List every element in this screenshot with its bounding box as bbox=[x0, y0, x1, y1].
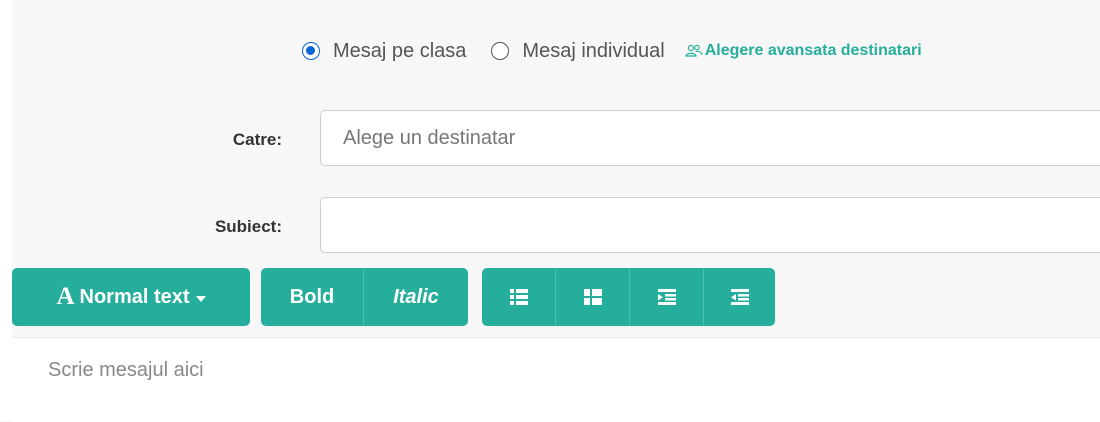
outdent-icon bbox=[657, 289, 676, 305]
italic-button[interactable]: Italic bbox=[364, 268, 468, 326]
ordered-list-button[interactable] bbox=[556, 268, 629, 326]
radio-individual-message[interactable] bbox=[491, 42, 510, 60]
indent-icon bbox=[730, 289, 749, 305]
unordered-list-button[interactable] bbox=[482, 268, 555, 326]
indent-button[interactable] bbox=[704, 268, 775, 326]
bold-label: Bold bbox=[289, 285, 335, 308]
font-icon: A bbox=[56, 283, 75, 310]
users-icon bbox=[685, 44, 703, 58]
radio-individual-message-label[interactable]: Mesaj individual bbox=[522, 40, 664, 63]
message-editor[interactable]: Scrie mesajul aici bbox=[12, 337, 1100, 422]
message-placeholder: Scrie mesajul aici bbox=[48, 359, 204, 381]
text-style-dropdown[interactable]: A Normal text bbox=[12, 268, 250, 326]
to-input[interactable] bbox=[320, 110, 1100, 166]
subject-label: Subiect: bbox=[214, 217, 282, 236]
advanced-recipients-link[interactable]: Alegere avansata destinatari bbox=[685, 42, 922, 60]
to-label: Catre: bbox=[232, 130, 282, 149]
outdent-button[interactable] bbox=[630, 268, 703, 326]
left-margin bbox=[0, 0, 12, 421]
radio-class-message[interactable] bbox=[302, 42, 320, 60]
italic-label: Italic bbox=[393, 285, 439, 308]
recipient-mode-group: Mesaj pe clasa Mesaj individual Alegere … bbox=[302, 36, 922, 66]
subject-input[interactable] bbox=[320, 197, 1100, 253]
ordered-list-icon bbox=[583, 289, 602, 305]
radio-class-message-label[interactable]: Mesaj pe clasa bbox=[333, 40, 466, 63]
unordered-list-icon bbox=[509, 289, 528, 305]
advanced-recipients-label: Alegere avansata destinatari bbox=[704, 42, 922, 59]
caret-down-icon bbox=[195, 295, 206, 302]
bold-button[interactable]: Bold bbox=[261, 268, 363, 326]
text-style-label: Normal text bbox=[79, 285, 190, 308]
